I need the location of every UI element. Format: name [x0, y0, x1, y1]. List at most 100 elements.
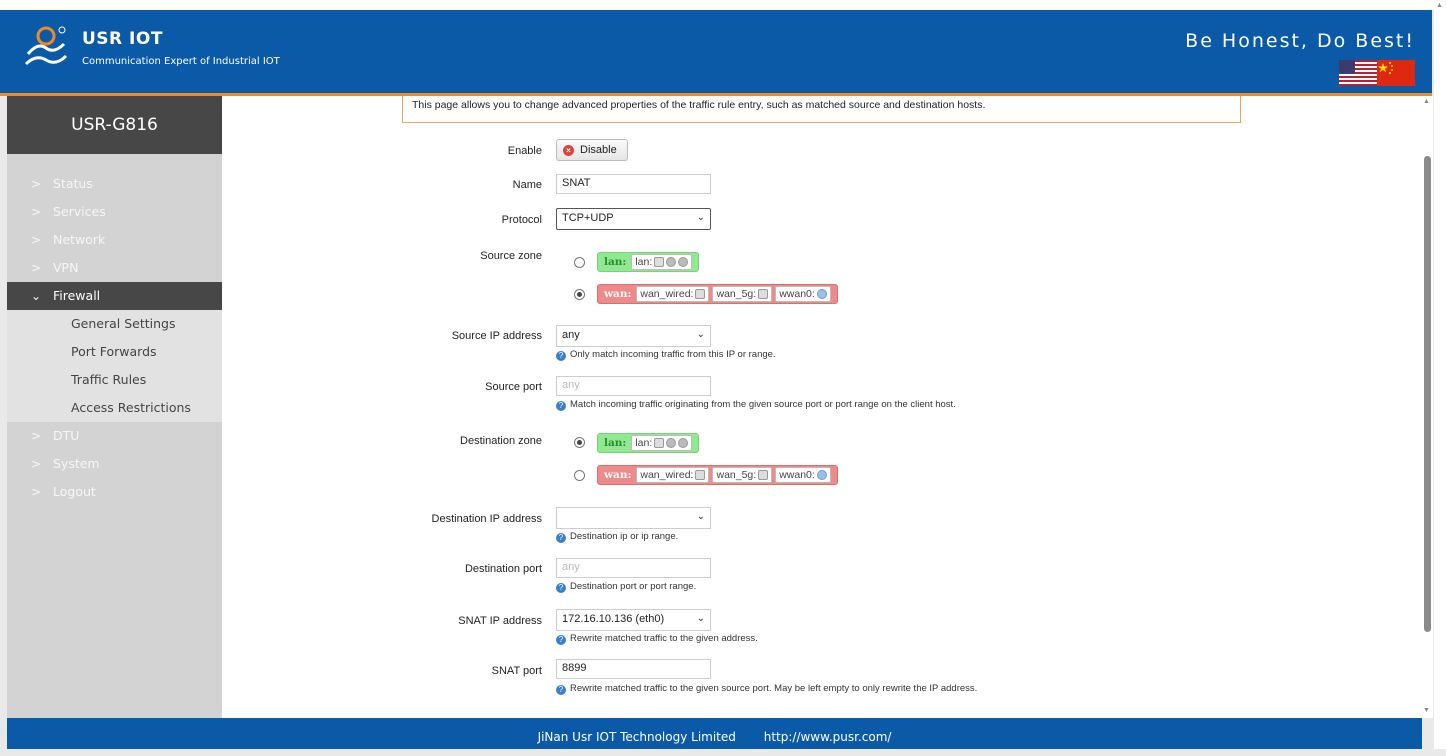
source-zone-label: Source zone [480, 250, 542, 262]
window-scrollbar[interactable]: ▲ [1434, 0, 1446, 749]
chevron-right-icon: > [31, 261, 42, 275]
zone-name: wan: [604, 288, 632, 300]
chevron-right-icon: > [31, 205, 42, 219]
dest-port-hint: ? Destination port or port range. [556, 581, 696, 593]
scroll-down-icon[interactable]: ▼ [1423, 707, 1430, 714]
protocol-value: TCP+UDP [562, 212, 614, 224]
header: USR IOT Communication Expert of Industri… [0, 10, 1432, 96]
iface-label: wan_wired: [640, 469, 694, 481]
iface-label: wwan0: [779, 288, 815, 300]
sidebar-item-label: VPN [53, 260, 79, 275]
snat-ip-label: SNAT IP address [458, 615, 542, 627]
source-zone-lan-badge: lan: lan: [597, 252, 700, 272]
dest-zone-wan-badge: wan: wan_wired: wan_5g: wwan0: [597, 465, 838, 485]
sidebar-item-vpn[interactable]: > VPN [7, 254, 222, 282]
usr-logo-icon [24, 26, 68, 66]
disable-button-label: Disable [580, 144, 617, 156]
sidebar-subitem-access-restrictions[interactable]: Access Restrictions [7, 394, 222, 422]
cellular-icon [758, 470, 769, 480]
wireless-icon [666, 257, 677, 267]
disable-button[interactable]: × Disable [556, 139, 628, 161]
device-brand: USR-G816 [7, 96, 222, 154]
language-flags [1339, 60, 1415, 86]
iface-label: wan_wired: [640, 288, 694, 300]
sidebar-item-label: Logout [53, 484, 96, 499]
chevron-right-icon: > [31, 177, 42, 191]
source-port-input[interactable]: any [556, 376, 711, 396]
sidebar-item-services[interactable]: > Services [7, 198, 222, 226]
chevron-right-icon: > [31, 233, 42, 247]
wireless-icon [666, 438, 677, 448]
wan-5g-iface: wan_5g: [712, 286, 773, 302]
wireless-icon [678, 438, 689, 448]
protocol-label: Protocol [501, 214, 542, 226]
zone-name: lan: [604, 437, 627, 449]
chevron-right-icon: > [31, 457, 42, 471]
dest-zone-wan-radio[interactable] [574, 470, 585, 481]
sidebar-item-label: Network [53, 232, 106, 247]
dest-zone-lan-radio[interactable] [574, 437, 585, 448]
protocol-select[interactable]: TCP+UDP ⌄ [556, 208, 711, 230]
logo-subtitle: Communication Expert of Industrial IOT [82, 56, 280, 67]
snat-port-input[interactable]: 8899 [556, 659, 711, 679]
network-icon [654, 257, 665, 267]
ethernet-icon [695, 470, 706, 480]
sidebar-subitem-general-settings[interactable]: General Settings [7, 310, 222, 338]
cellular-icon [758, 289, 769, 299]
snat-ip-value: 172.16.10.136 (eth0) [562, 613, 665, 625]
help-icon: ? [556, 635, 566, 645]
scroll-up-icon[interactable]: ▲ [1436, 2, 1443, 9]
scroll-up-icon[interactable]: ▲ [1423, 98, 1430, 105]
snat-ip-select[interactable]: 172.16.10.136 (eth0) ⌄ [556, 609, 711, 631]
wifi-icon [816, 289, 827, 299]
source-ip-row: Source IP address any ⌄ ? Only match inco… [222, 325, 1422, 361]
lan-iface: lan: [631, 254, 693, 270]
hint-text: Destination port or port range. [570, 581, 697, 592]
dest-port-input[interactable]: any [556, 558, 711, 578]
dest-ip-label: Destination IP address [431, 513, 542, 525]
chevron-down-icon: ⌄ [31, 289, 42, 303]
lan-iface: lan: [631, 435, 693, 451]
china-flag-icon[interactable] [1377, 60, 1415, 86]
sidebar-item-label: Status [53, 176, 93, 191]
wan-wired-iface: wan_wired: [636, 286, 710, 302]
sidebar-item-label: Firewall [53, 288, 101, 303]
scrollbar-thumb[interactable] [1424, 156, 1431, 632]
dest-ip-hint: ? Destination ip or ip range. [556, 531, 678, 543]
us-flag-icon[interactable] [1339, 60, 1377, 86]
sidebar-item-system[interactable]: > System [7, 450, 222, 478]
sidebar-item-firewall[interactable]: ⌄ Firewall [7, 282, 222, 310]
wan-5g-iface: wan_5g: [712, 467, 773, 483]
iface-label: lan: [635, 437, 653, 449]
sidebar-item-logout[interactable]: > Logout [7, 478, 222, 506]
sidebar-item-label: DTU [53, 428, 80, 443]
source-port-hint: ? Match incoming traffic originating from… [556, 399, 956, 411]
footer-url[interactable]: http://www.pusr.com/ [764, 730, 892, 744]
sidebar-item-network[interactable]: > Network [7, 226, 222, 254]
top-strip [0, 0, 1446, 10]
help-icon: ? [556, 351, 566, 361]
sidebar-item-status[interactable]: > Status [7, 170, 222, 198]
sidebar-subitem-port-forwards[interactable]: Port Forwards [7, 338, 222, 366]
source-zone-wan-radio[interactable] [574, 289, 585, 300]
dest-ip-select[interactable]: ⌄ [556, 507, 711, 529]
dest-port-label: Destination port [464, 563, 542, 575]
iface-label: wan_5g: [716, 469, 757, 481]
name-input[interactable]: SNAT [556, 174, 711, 194]
dest-ip-row: Destination IP address ⌄ ? Destination ip… [222, 507, 1422, 543]
chevron-down-icon: ⌄ [696, 212, 705, 223]
source-ip-select[interactable]: any ⌄ [556, 325, 711, 347]
sidebar-item-dtu[interactable]: > DTU [7, 422, 222, 450]
source-zone-lan-radio[interactable] [574, 257, 585, 268]
dest-zone-label: Destination zone [460, 435, 542, 447]
sidebar-subitem-traffic-rules[interactable]: Traffic Rules [7, 366, 222, 394]
firewall-submenu: General Settings Port Forwards Traffic R… [7, 310, 222, 422]
disable-x-icon: × [563, 144, 574, 156]
source-port-label: Source port [485, 381, 542, 393]
wwan0-iface: wwan0: [775, 467, 831, 483]
wwan0-iface: wwan0: [775, 286, 831, 302]
page-description: This page allows you to change advanced … [402, 96, 1241, 123]
content-scrollbar[interactable]: ▲ ▼ [1422, 96, 1433, 718]
hint-text: Only match incoming traffic from this IP… [570, 349, 776, 360]
zone-name: lan: [604, 256, 627, 268]
